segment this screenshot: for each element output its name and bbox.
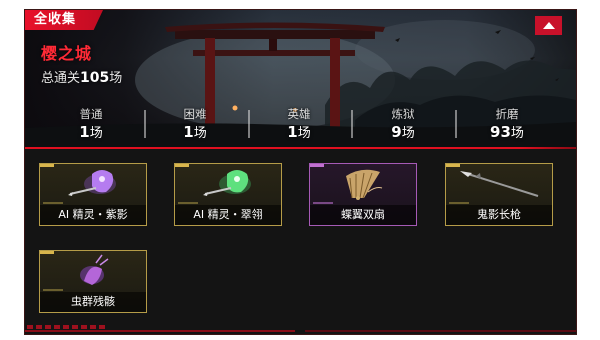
stat-unit: 场 xyxy=(193,126,207,141)
stat-hard: 困难 1场 xyxy=(145,106,245,141)
stat-value: 93 xyxy=(490,123,511,141)
map-banner: 全收集 樱之城 总通关105场 普通 1场 困难 1场 英雄 1场 炼狱 9场 … xyxy=(25,10,576,149)
total-suffix: 场 xyxy=(109,71,123,86)
stat-label: 普通 xyxy=(79,107,103,121)
item-name: AI 精灵・紫影 xyxy=(40,205,146,225)
difficulty-stats: 普通 1场 困难 1场 英雄 1场 炼狱 9场 折磨 93场 xyxy=(25,106,576,142)
collection-panel: 全收集 樱之城 总通关105场 普通 1场 困难 1场 英雄 1场 炼狱 9场 … xyxy=(24,9,577,335)
collapse-button[interactable] xyxy=(535,16,562,35)
total-prefix: 总通关 xyxy=(41,71,81,86)
item-card[interactable]: 蝶翼双扇 xyxy=(309,163,417,226)
stat-inferno: 炼狱 9场 xyxy=(353,106,453,141)
stat-label: 折磨 xyxy=(495,107,519,121)
card-decoration xyxy=(313,202,333,204)
item-name: AI 精灵・翠翎 xyxy=(175,205,281,225)
stat-value: 1 xyxy=(287,123,298,141)
stat-unit: 场 xyxy=(510,126,524,141)
stat-label: 困难 xyxy=(183,107,207,121)
item-name: 鬼影长枪 xyxy=(446,205,552,225)
footer-decoration xyxy=(27,325,107,329)
stat-normal: 普通 1场 xyxy=(41,106,141,141)
stat-label: 英雄 xyxy=(287,107,311,121)
item-card[interactable]: AI 精灵・翠翎 xyxy=(174,163,282,226)
card-decoration xyxy=(43,289,63,291)
stat-unit: 场 xyxy=(297,126,311,141)
item-card[interactable]: 虫群残骸 xyxy=(39,250,147,313)
banner-divider xyxy=(25,147,576,149)
stat-hero: 英雄 1场 xyxy=(249,106,349,141)
card-decoration xyxy=(178,202,198,204)
caret-up-icon xyxy=(542,22,555,29)
card-decoration xyxy=(43,202,63,204)
item-name: 蝶翼双扇 xyxy=(310,205,416,225)
stat-value: 9 xyxy=(391,123,402,141)
stat-value: 1 xyxy=(79,123,90,141)
full-collection-tag: 全收集 xyxy=(25,10,103,30)
stat-unit: 场 xyxy=(89,126,103,141)
footer-line-right xyxy=(305,330,576,332)
item-card[interactable]: AI 精灵・紫影 xyxy=(39,163,147,226)
item-card[interactable]: 鬼影长枪 xyxy=(445,163,553,226)
total-count: 105 xyxy=(80,70,110,86)
stat-value: 1 xyxy=(183,123,194,141)
item-name: 虫群残骸 xyxy=(40,292,146,312)
footer-line-left xyxy=(25,330,295,332)
footer-line xyxy=(25,330,576,332)
total-clears: 总通关105场 xyxy=(41,67,122,86)
stat-label: 炼狱 xyxy=(391,107,415,121)
stat-unit: 场 xyxy=(401,126,415,141)
stat-torment: 折磨 93场 xyxy=(457,106,557,141)
card-decoration xyxy=(449,202,469,204)
map-name: 樱之城 xyxy=(41,44,93,63)
